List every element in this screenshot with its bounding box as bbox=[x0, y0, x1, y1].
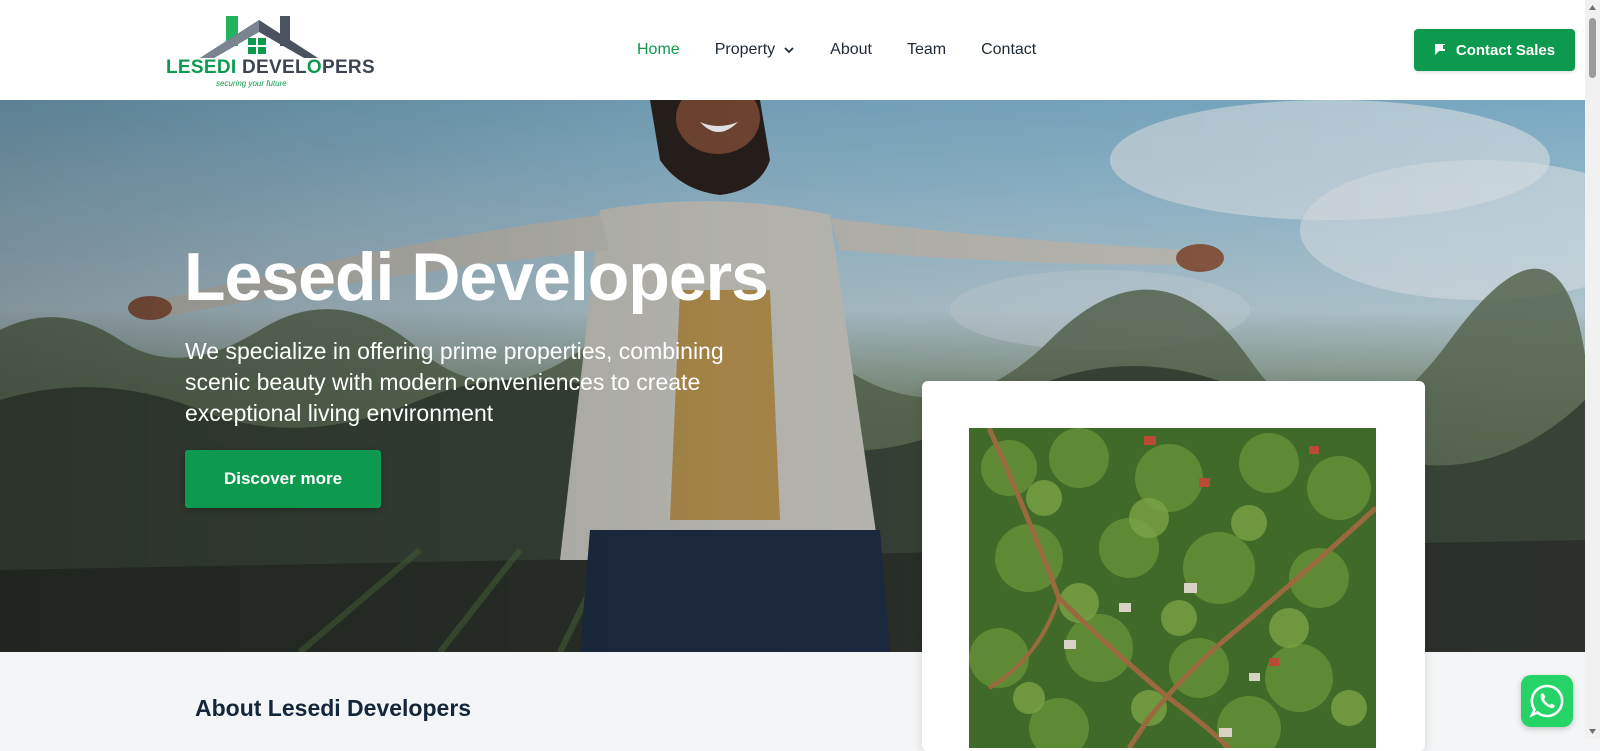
scroll-down-icon[interactable] bbox=[1588, 727, 1597, 736]
main-nav: Home Property About Team Contact bbox=[637, 38, 1071, 62]
nav-item-contact[interactable]: Contact bbox=[981, 38, 1036, 62]
scroll-thumb[interactable] bbox=[1589, 18, 1596, 78]
house-logo-icon bbox=[200, 16, 318, 58]
page-scrollbar[interactable] bbox=[1585, 0, 1600, 739]
scroll-up-icon[interactable] bbox=[1588, 3, 1597, 12]
nav-label: Home bbox=[637, 41, 680, 58]
nav-item-home[interactable]: Home bbox=[637, 38, 680, 62]
chevron-down-icon bbox=[784, 47, 794, 54]
brand-logo[interactable]: LESEDI DEVELOPERS securing your future bbox=[166, 14, 375, 90]
nav-label: Team bbox=[906, 41, 947, 58]
nav-item-property[interactable]: Property bbox=[715, 38, 795, 62]
feature-card bbox=[922, 381, 1425, 751]
aerial-estate-image bbox=[969, 428, 1376, 748]
site-header: LESEDI DEVELOPERS securing your future H… bbox=[0, 0, 1585, 100]
whatsapp-chat-button[interactable] bbox=[1521, 675, 1573, 727]
chat-flag-icon bbox=[1434, 44, 1447, 55]
about-section-title: About Lesedi Developers bbox=[195, 695, 472, 721]
contact-sales-label: Contact Sales bbox=[1455, 41, 1556, 59]
brand-tagline: securing your future bbox=[216, 79, 287, 88]
discover-more-button[interactable]: Discover more bbox=[185, 450, 381, 508]
brand-wordmark: LESEDI DEVELOPERS bbox=[166, 57, 375, 78]
hero-title: Lesedi Developers bbox=[184, 239, 769, 315]
nav-item-about[interactable]: About bbox=[830, 38, 872, 62]
nav-label: Contact bbox=[981, 41, 1037, 58]
contact-sales-button[interactable]: Contact Sales bbox=[1414, 29, 1575, 71]
nav-item-team[interactable]: Team bbox=[907, 38, 946, 62]
nav-label: Property bbox=[714, 41, 776, 58]
nav-label: About bbox=[830, 41, 872, 58]
whatsapp-icon bbox=[1529, 684, 1564, 718]
aerial-forest-graphic bbox=[969, 428, 1376, 748]
hero-description: We specialize in offering prime properti… bbox=[185, 338, 724, 426]
